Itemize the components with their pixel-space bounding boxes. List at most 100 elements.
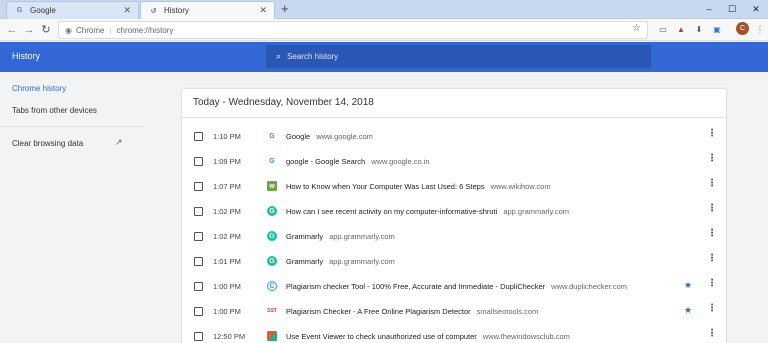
row-link[interactable]: Use Event Viewer to check unauthorized u… bbox=[286, 332, 570, 341]
extension-icon[interactable]: ▣ bbox=[711, 23, 723, 35]
omnibox-divider: | bbox=[109, 25, 112, 35]
row-checkbox[interactable] bbox=[194, 307, 203, 316]
row-link[interactable]: Grammarly app.grammarly.com bbox=[286, 232, 395, 241]
row-link[interactable]: Plagiarism checker Tool - 100% Free, Acc… bbox=[286, 282, 627, 291]
row-domain: www.wikihow.com bbox=[490, 182, 551, 191]
row-link[interactable]: How can I see recent activity on my comp… bbox=[286, 207, 569, 216]
row-title: Grammarly bbox=[286, 232, 324, 241]
search-input[interactable] bbox=[287, 52, 588, 61]
address-bar[interactable]: ◉ Chrome | chrome://history ☆ bbox=[58, 21, 648, 39]
history-row[interactable]: 1:02 PM G How can I see recent activity … bbox=[182, 199, 726, 224]
new-tab-button[interactable]: + bbox=[281, 2, 289, 16]
more-actions-icon[interactable]: ⋮ bbox=[707, 204, 717, 214]
grammarly-icon: G bbox=[267, 231, 277, 241]
row-domain: www.duplichecker.com bbox=[551, 282, 628, 291]
row-link[interactable]: Plagiarism Checker - A Free Online Plagi… bbox=[286, 307, 538, 316]
close-icon[interactable]: ✕ bbox=[259, 5, 267, 16]
row-link[interactable]: Google www.google.com bbox=[286, 132, 373, 141]
more-actions-icon[interactable]: ⋮ bbox=[707, 229, 717, 239]
search-box[interactable]: ⌕ bbox=[266, 45, 651, 68]
card-divider bbox=[182, 117, 726, 118]
history-row[interactable]: 1:09 PM G google - Google Search www.goog… bbox=[182, 149, 726, 174]
more-actions-icon[interactable]: ⋮ bbox=[707, 329, 717, 339]
wikihow-icon: w bbox=[267, 181, 277, 191]
row-checkbox[interactable] bbox=[194, 257, 203, 266]
row-checkbox[interactable] bbox=[194, 232, 203, 241]
extension-icon[interactable]: ▲ bbox=[675, 23, 687, 35]
chrome-icon: ◉ bbox=[65, 25, 72, 35]
external-link-icon[interactable]: ↗ bbox=[115, 137, 123, 148]
row-checkbox[interactable] bbox=[194, 132, 203, 141]
duplichecker-icon: C bbox=[267, 281, 277, 291]
forward-button[interactable]: → bbox=[22, 22, 36, 38]
bookmark-star-icon[interactable]: ☆ bbox=[632, 23, 641, 34]
row-domain: www.thewindowsclub.com bbox=[482, 332, 570, 341]
row-domain: smallseotools.com bbox=[476, 307, 539, 316]
tab-title: Google bbox=[30, 6, 56, 15]
history-row[interactable]: 1:02 PM G Grammarly app.grammarly.com ⋮ bbox=[182, 224, 726, 249]
row-checkbox[interactable] bbox=[194, 282, 203, 291]
row-time: 1:10 PM bbox=[213, 132, 241, 141]
row-checkbox[interactable] bbox=[194, 182, 203, 191]
tab-history[interactable]: ↺ History ✕ bbox=[140, 1, 275, 19]
history-row[interactable]: 1:01 PM G Grammarly app.grammarly.com ⋮ bbox=[182, 249, 726, 274]
extension-icon[interactable]: ▭ bbox=[657, 23, 669, 35]
browser-toolbar: ← → ↻ ◉ Chrome | chrome://history ☆ ▭ ▲ … bbox=[0, 19, 768, 41]
more-actions-icon[interactable]: ⋮ bbox=[707, 154, 717, 164]
row-time: 1:07 PM bbox=[213, 182, 241, 191]
row-domain: app.grammarly.com bbox=[329, 257, 395, 266]
close-window-button[interactable]: ✕ bbox=[744, 0, 768, 18]
reload-button[interactable]: ↻ bbox=[39, 22, 53, 38]
history-row[interactable]: 1:00 PM SST Plagiarism Checker - A Free … bbox=[182, 299, 726, 324]
google-icon: G bbox=[267, 131, 277, 141]
thewindowsclub-icon bbox=[267, 331, 277, 341]
history-row[interactable]: 1:00 PM C Plagiarism checker Tool - 100%… bbox=[182, 274, 726, 299]
bookmarked-star-icon[interactable]: ★ bbox=[684, 305, 692, 316]
search-icon: ⌕ bbox=[276, 51, 282, 61]
row-domain: app.grammarly.com bbox=[329, 232, 395, 241]
row-title: How to Know when Your Computer Was Last … bbox=[286, 182, 485, 191]
download-icon[interactable]: ⬇ bbox=[693, 23, 705, 35]
row-link[interactable]: How to Know when Your Computer Was Last … bbox=[286, 182, 551, 191]
bookmarked-star-icon[interactable]: ★ bbox=[684, 280, 692, 291]
history-row[interactable]: 12:50 PM Use Event Viewer to check unaut… bbox=[182, 324, 726, 343]
row-checkbox[interactable] bbox=[194, 332, 203, 341]
row-domain: app.grammarly.com bbox=[503, 207, 570, 216]
close-icon[interactable]: ✕ bbox=[123, 5, 131, 16]
minimize-button[interactable]: – bbox=[697, 0, 721, 18]
sidebar: Chrome history Tabs from other devices C… bbox=[0, 72, 146, 343]
row-title: Plagiarism checker Tool - 100% Free, Acc… bbox=[286, 282, 546, 291]
sidebar-item-tabs-other-devices[interactable]: Tabs from other devices bbox=[12, 106, 97, 115]
history-card: Today - Wednesday, November 14, 2018 1:1… bbox=[182, 89, 726, 343]
row-title: google - Google Search bbox=[286, 157, 366, 166]
google-icon: G bbox=[267, 156, 277, 166]
row-time: 1:00 PM bbox=[213, 282, 241, 291]
more-actions-icon[interactable]: ⋮ bbox=[707, 129, 717, 139]
sidebar-item-chrome-history[interactable]: Chrome history bbox=[12, 84, 66, 93]
history-row[interactable]: 1:07 PM w How to Know when Your Computer… bbox=[182, 174, 726, 199]
row-title: How can I see recent activity on my comp… bbox=[286, 207, 498, 216]
sidebar-divider bbox=[0, 126, 144, 127]
site-label: Chrome bbox=[75, 25, 105, 35]
tab-google[interactable]: G Google ✕ bbox=[6, 1, 139, 19]
more-actions-icon[interactable]: ⋮ bbox=[707, 304, 717, 314]
row-checkbox[interactable] bbox=[194, 207, 203, 216]
avatar[interactable]: C bbox=[736, 22, 749, 35]
row-time: 1:00 PM bbox=[213, 307, 241, 316]
row-title: Plagiarism Checker - A Free Online Plagi… bbox=[286, 307, 471, 316]
back-button[interactable]: ← bbox=[5, 22, 19, 38]
row-link[interactable]: google - Google Search www.google.co.in bbox=[286, 157, 430, 166]
grammarly-icon: G bbox=[267, 206, 277, 216]
more-actions-icon[interactable]: ⋮ bbox=[707, 179, 717, 189]
sidebar-item-clear-browsing-data[interactable]: Clear browsing data bbox=[12, 139, 83, 148]
row-time: 12:50 PM bbox=[213, 332, 246, 341]
row-title: Use Event Viewer to check unauthorized u… bbox=[286, 332, 477, 341]
history-row[interactable]: 1:10 PM G Google www.google.com ⋮ bbox=[182, 124, 726, 149]
maximize-button[interactable]: ☐ bbox=[720, 0, 744, 18]
more-actions-icon[interactable]: ⋮ bbox=[707, 279, 717, 289]
menu-icon[interactable]: ⋮ bbox=[754, 23, 766, 35]
row-link[interactable]: Grammarly app.grammarly.com bbox=[286, 257, 395, 266]
row-title: Google bbox=[286, 132, 311, 141]
row-checkbox[interactable] bbox=[194, 157, 203, 166]
more-actions-icon[interactable]: ⋮ bbox=[707, 254, 717, 264]
